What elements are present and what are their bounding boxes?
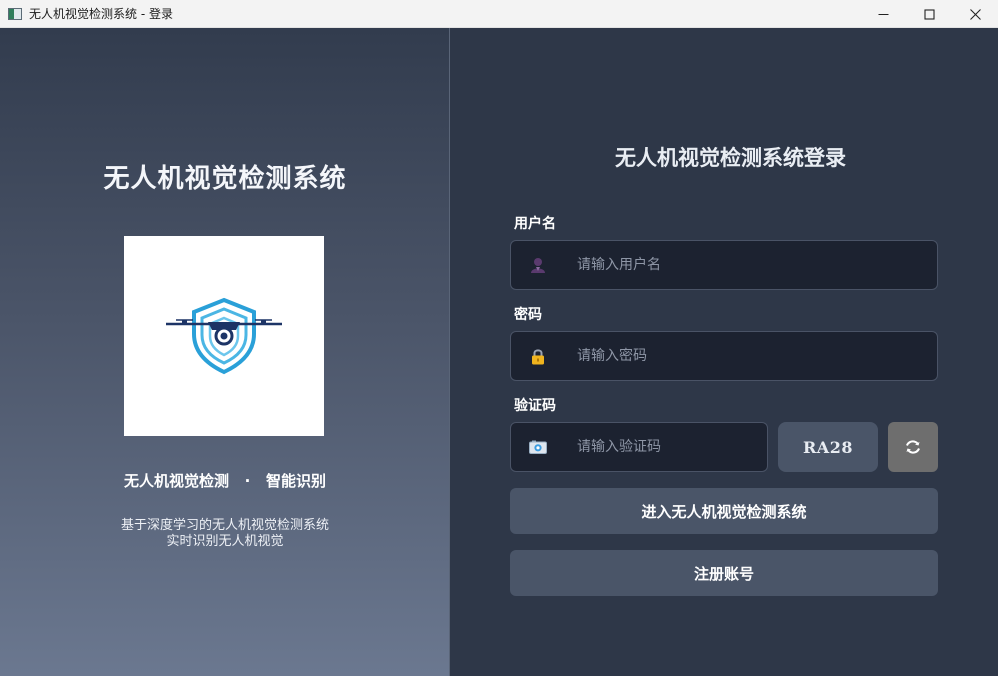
logo-container <box>124 236 324 436</box>
window-titlebar: 无人机视觉检测系统 - 登录 <box>0 0 998 28</box>
window-controls <box>860 0 998 28</box>
brand-slogan: 无人机视觉检测 · 智能识别 <box>123 472 327 490</box>
username-field[interactable] <box>510 240 938 290</box>
maximize-icon <box>923 8 935 20</box>
drone-shield-logo-icon <box>166 297 282 375</box>
minimize-icon <box>878 13 888 15</box>
captcha-label: 验证码 <box>514 398 556 414</box>
login-panel: 无人机视觉检测系统登录 用户名 密码 验证码 <box>451 28 998 676</box>
login-title: 无人机视觉检测系统登录 <box>615 145 846 170</box>
description-line: 实时识别无人机视觉 <box>166 534 284 549</box>
username-label: 用户名 <box>514 216 556 232</box>
refresh-icon <box>906 440 920 454</box>
app-icon <box>8 7 22 20</box>
camera-icon <box>513 440 563 454</box>
maximize-button[interactable] <box>906 0 952 28</box>
captcha-code[interactable]: RA28 <box>778 422 878 472</box>
brand-panel: 无人机视觉检测系统 无人机视觉检测 · 智能识别 基于深度学习的无人机视觉检测系… <box>0 28 450 676</box>
refresh-captcha-button[interactable] <box>888 422 938 472</box>
password-label: 密码 <box>514 307 542 323</box>
brand-description: 基于深度学习的无人机视觉检测系统 实时识别无人机视觉 <box>0 518 450 550</box>
password-input[interactable] <box>563 332 937 380</box>
brand-title: 无人机视觉检测系统 <box>103 164 347 194</box>
close-button[interactable] <box>952 0 998 28</box>
close-icon <box>969 8 981 20</box>
window-title: 无人机视觉检测系统 - 登录 <box>29 7 173 21</box>
login-submit-button[interactable]: 进入无人机视觉检测系统 <box>510 488 938 534</box>
username-input[interactable] <box>563 241 937 289</box>
captcha-field[interactable] <box>510 422 768 472</box>
password-field[interactable] <box>510 331 938 381</box>
lock-icon <box>513 348 563 365</box>
description-line: 基于深度学习的无人机视觉检测系统 <box>120 518 329 533</box>
user-icon <box>513 256 563 274</box>
register-button[interactable]: 注册账号 <box>510 550 938 596</box>
captcha-input[interactable] <box>563 423 767 471</box>
minimize-button[interactable] <box>860 0 906 28</box>
